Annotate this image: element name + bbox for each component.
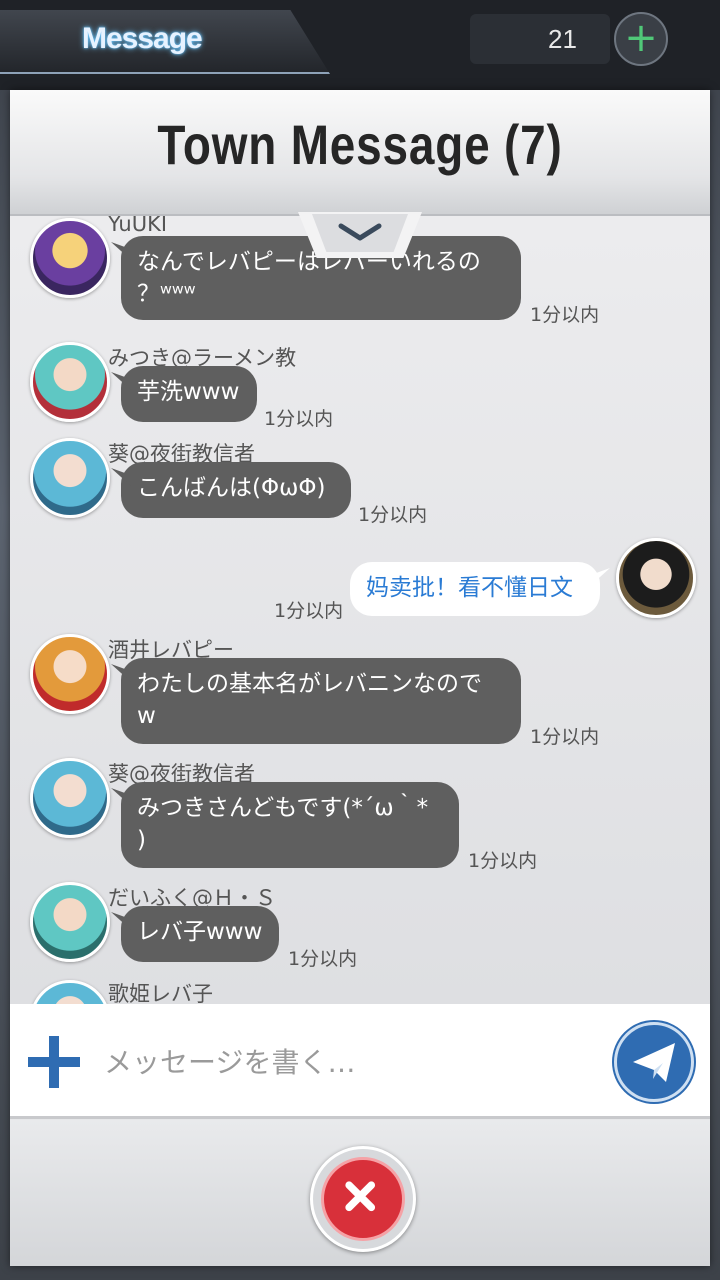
message-text: ？ʷʷʷ <box>137 281 196 307</box>
message-text: こんばんは(ΦωΦ) <box>137 475 326 501</box>
resource-counter-value: 21 <box>548 24 577 54</box>
username: 歌姫レバ子 <box>108 982 213 1004</box>
message-row: だいふく@Ｈ・Ｓ レバ子www 1分以内 <box>10 882 710 972</box>
timestamp: 1分以内 <box>530 726 600 748</box>
message-row: 歌姫レバ子 <box>10 978 710 1004</box>
message-row: 葵@夜街教信者 みつきさんどもです(*´ω｀* ) 1分以内 <box>10 758 710 872</box>
my-message-bubble: 妈卖批！看不懂日文 <box>350 562 600 616</box>
message-input[interactable] <box>102 1034 606 1090</box>
message-bubble: レバ子www <box>121 906 279 962</box>
message-text: 妈卖批！看不懂日文 <box>366 575 573 601</box>
message-text: ) <box>137 827 146 853</box>
resource-counter <box>470 14 610 64</box>
timestamp: 1分以内 <box>468 850 538 872</box>
close-button[interactable] <box>310 1146 416 1252</box>
message-text: 芋洗www <box>137 379 240 405</box>
message-bubble: みつきさんどもです(*´ω｀* ) <box>121 782 459 868</box>
message-text: レバ子www <box>137 919 263 945</box>
my-message-row: 妈卖批！看不懂日文 1分以内 <box>10 538 710 628</box>
avatar[interactable] <box>30 758 110 838</box>
avatar[interactable] <box>30 980 110 1004</box>
close-icon <box>345 1181 376 1212</box>
composer-bar <box>10 1004 710 1119</box>
send-icon <box>633 1043 675 1082</box>
avatar[interactable] <box>30 342 110 422</box>
timestamp: 1分以内 <box>264 408 334 430</box>
message-tab-label: Message <box>82 22 203 55</box>
avatar[interactable] <box>30 438 110 518</box>
town-message-panel: Town Message (7) YuUKI なんでレバピーはレバーいれるの ？… <box>10 90 710 1266</box>
timestamp: 1分以内 <box>288 948 358 970</box>
chevron-down-icon <box>338 223 382 241</box>
message-bubble: こんばんは(ΦωΦ) <box>121 462 351 518</box>
avatar[interactable] <box>30 634 110 714</box>
close-button-face <box>321 1157 405 1241</box>
timestamp: 1分以内 <box>530 304 600 326</box>
add-resource-button[interactable]: + <box>614 12 668 66</box>
top-bar: Message 21 + <box>0 0 720 90</box>
message-row: 酒井レバピー わたしの基本名がレバニンなので w 1分以内 <box>10 634 710 748</box>
timestamp: 1分以内 <box>274 600 344 622</box>
message-row: 葵@夜街教信者 こんばんは(ΦωΦ) 1分以内 <box>10 438 710 528</box>
message-row: みつき@ラーメン教 芋洗www 1分以内 <box>10 342 710 432</box>
add-attachment-icon[interactable] <box>28 1036 80 1088</box>
message-text: みつきさんどもです(*´ω｀* <box>137 795 429 821</box>
avatar[interactable] <box>30 218 110 298</box>
timestamp: 1分以内 <box>358 504 428 526</box>
send-button[interactable] <box>614 1022 694 1102</box>
avatar[interactable] <box>30 882 110 962</box>
message-text: わたしの基本名がレバニンなので <box>137 671 482 697</box>
panel-header: Town Message (7) <box>10 90 710 216</box>
message-bubble: 芋洗www <box>121 366 257 422</box>
panel-title: Town Message (7) <box>157 113 563 176</box>
message-bubble: わたしの基本名がレバニンなので w <box>121 658 521 744</box>
message-feed[interactable]: YuUKI なんでレバピーはレバーいれるの ？ʷʷʷ 1分以内 みつき@ラーメン… <box>10 216 710 1004</box>
message-text: w <box>137 703 156 729</box>
my-avatar[interactable] <box>616 538 696 618</box>
username: YuUKI <box>108 216 168 236</box>
